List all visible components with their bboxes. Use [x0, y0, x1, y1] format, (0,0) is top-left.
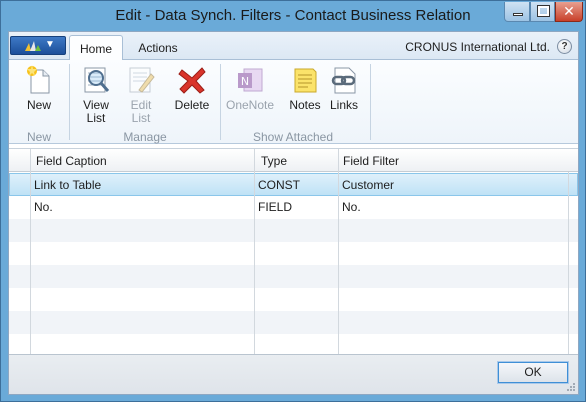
svg-text:N: N	[241, 75, 249, 88]
notes-label: Notes	[289, 98, 321, 112]
column-header-type[interactable]: Type	[261, 154, 287, 168]
column-divider	[254, 149, 255, 355]
help-icon[interactable]: ?	[557, 39, 572, 54]
ribbon-separator	[69, 64, 70, 140]
view-list-button[interactable]: View List	[75, 64, 117, 125]
empty-row[interactable]	[9, 219, 578, 242]
grid-header: Field Caption Type Field Filter	[9, 149, 578, 172]
dialog-window: Edit - Data Synch. Filters - Contact Bus…	[0, 0, 586, 402]
resize-grip-icon[interactable]	[566, 382, 576, 392]
cell-type[interactable]: CONST	[258, 178, 300, 192]
new-document-icon	[27, 65, 50, 94]
window-title: Edit - Data Synch. Filters - Contact Bus…	[115, 7, 471, 24]
edit-list-button[interactable]: Edit List	[121, 64, 161, 125]
empty-row[interactable]	[9, 334, 578, 355]
close-icon: ✕	[563, 3, 575, 19]
view-list-label: View List	[83, 98, 109, 125]
dynamics-logo-icon	[25, 41, 41, 51]
chevron-down-icon: ▼	[45, 39, 55, 50]
data-grid: Field Caption Type Field Filter Link to …	[9, 148, 578, 355]
minimize-icon	[513, 13, 523, 16]
empty-row[interactable]	[9, 288, 578, 311]
edit-list-icon	[129, 67, 155, 93]
onenote-label: OneNote	[225, 98, 275, 112]
new-button[interactable]: New	[19, 64, 59, 112]
column-divider	[568, 172, 569, 355]
cell-type[interactable]: FIELD	[258, 200, 292, 214]
company-name[interactable]: CRONUS International Ltd.	[405, 40, 550, 54]
row-header-divider	[30, 149, 31, 355]
links-icon	[331, 67, 356, 94]
view-list-icon	[84, 67, 110, 93]
ribbon-tab-row: ▼ Home Actions CRONUS International Ltd.…	[9, 32, 578, 61]
delete-label: Delete	[174, 98, 210, 112]
ribbon: New New View List Edit List Delete Manag…	[9, 60, 578, 144]
cell-field-caption[interactable]: No.	[34, 200, 53, 214]
empty-row[interactable]	[9, 265, 578, 288]
cell-field-caption[interactable]: Link to Table	[34, 178, 101, 192]
tab-actions[interactable]: Actions	[129, 35, 187, 61]
cell-field-filter[interactable]: Customer	[342, 178, 394, 192]
minimize-button[interactable]	[504, 2, 530, 22]
column-header-field-filter[interactable]: Field Filter	[343, 154, 399, 168]
table-row[interactable]: Link to Table CONST Customer	[9, 173, 578, 196]
column-divider	[338, 149, 339, 355]
maximize-button[interactable]	[530, 2, 555, 22]
ribbon-separator	[370, 64, 371, 140]
onenote-icon: N	[238, 68, 263, 92]
delete-button[interactable]: Delete	[169, 64, 215, 112]
dialog-footer: OK	[9, 354, 578, 394]
group-label-show-attached: Show Attached	[252, 130, 334, 144]
links-button[interactable]: Links	[327, 64, 361, 112]
new-label: New	[26, 98, 51, 112]
empty-row[interactable]	[9, 242, 578, 265]
close-button[interactable]: ✕	[555, 2, 583, 22]
group-label-new: New	[26, 130, 51, 144]
delete-icon	[178, 67, 206, 94]
tab-home[interactable]: Home	[69, 35, 123, 61]
application-menu-button[interactable]: ▼	[10, 36, 66, 55]
maximize-icon	[537, 5, 550, 17]
client-area: ▼ Home Actions CRONUS International Ltd.…	[8, 31, 579, 395]
table-row[interactable]: No. FIELD No.	[9, 196, 578, 219]
column-header-field-caption[interactable]: Field Caption	[36, 154, 107, 168]
ok-button[interactable]: OK	[497, 361, 569, 384]
empty-row[interactable]	[9, 311, 578, 334]
edit-list-label: Edit List	[130, 98, 152, 125]
notes-icon	[294, 68, 317, 93]
title-bar[interactable]: Edit - Data Synch. Filters - Contact Bus…	[1, 1, 585, 31]
notes-button[interactable]: Notes	[287, 64, 323, 112]
ribbon-separator	[220, 64, 221, 140]
links-label: Links	[329, 98, 358, 112]
group-label-manage: Manage	[123, 130, 167, 144]
cell-field-filter[interactable]: No.	[342, 200, 361, 214]
onenote-button[interactable]: N OneNote	[225, 64, 275, 112]
